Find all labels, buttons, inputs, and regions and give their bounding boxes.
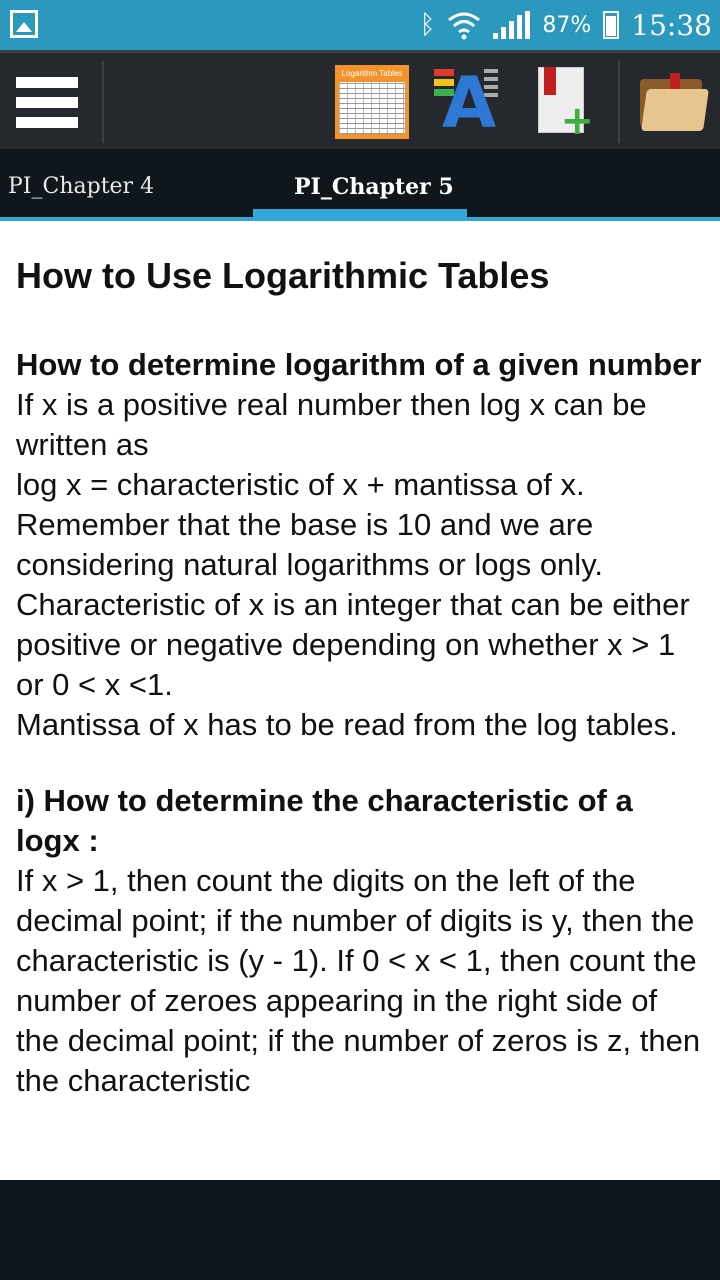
- toolbar-divider: [102, 61, 104, 143]
- menu-icon[interactable]: [16, 77, 78, 129]
- article-content[interactable]: How to Use Logarithmic Tables How to det…: [0, 217, 720, 1180]
- battery-icon: [603, 11, 620, 39]
- tab-pi-chapter-5[interactable]: PI_Chapter 5: [294, 149, 454, 217]
- bookmarks-folder-icon[interactable]: [640, 65, 709, 139]
- paragraph: If x > 1, then count the digits on the l…: [16, 863, 701, 1098]
- paragraph: Remember that the base is 10 and we are …: [16, 507, 604, 582]
- section-heading: How to determine logarithm of a given nu…: [16, 347, 702, 382]
- clock: 15:38: [631, 8, 712, 42]
- toolbar-divider: [618, 61, 620, 143]
- wifi-icon: [448, 12, 481, 40]
- article-title: How to Use Logarithmic Tables: [16, 255, 550, 296]
- status-bar: ᛒ 87% 15:38: [0, 0, 720, 50]
- paragraph: Mantissa of x has to be read from the lo…: [16, 707, 678, 742]
- active-tab-indicator: [253, 209, 467, 217]
- tab-pi-chapter-4[interactable]: PI_Chapter 4: [8, 149, 154, 217]
- chapter-tabs: PI_Chapter 4 PI_Chapter 5: [0, 149, 720, 217]
- font-size-icon[interactable]: A: [434, 65, 498, 139]
- paragraph: log x = characteristic of x + mantissa o…: [16, 467, 585, 502]
- paragraph: Characteristic of x is an integer that c…: [16, 587, 690, 702]
- add-bookmark-icon[interactable]: +: [538, 65, 594, 141]
- logarithm-tables-label: Logarithm Tables: [341, 69, 403, 78]
- bottom-bar: [0, 1180, 720, 1280]
- battery-percent: 87%: [542, 12, 592, 38]
- logarithm-tables-icon[interactable]: Logarithm Tables: [335, 65, 409, 139]
- action-bar: Logarithm Tables A +: [0, 50, 720, 149]
- bluetooth-icon: ᛒ: [419, 10, 436, 40]
- signal-icon: [493, 11, 531, 39]
- table-grid-graphic: [339, 82, 405, 134]
- paragraph: If x is a positive real number then log …: [16, 387, 647, 462]
- gallery-icon: [10, 10, 38, 38]
- section-heading: i) How to determine the characteristic o…: [16, 783, 633, 858]
